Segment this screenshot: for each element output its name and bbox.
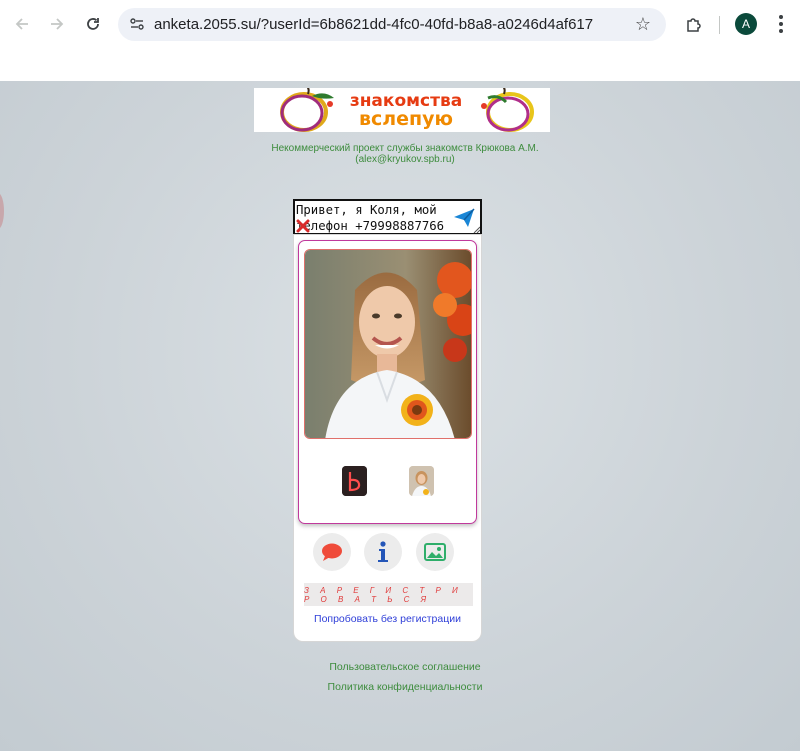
back-button[interactable] [7, 9, 37, 39]
apple-right-icon [481, 88, 534, 132]
forward-button[interactable] [42, 9, 72, 39]
action-buttons [294, 533, 481, 573]
profile-panel: З А Р Е Г И С Т Р И Р О В А Т Ь С Я Попр… [293, 234, 482, 642]
try-without-registration-link[interactable]: Попробовать без регистрации [294, 613, 481, 625]
url-text[interactable]: anketa.2055.su/?userId=6b8621dd-4fc0-40f… [154, 16, 593, 33]
arrow-left-icon [15, 18, 28, 30]
logo-text-line2: вслепую [358, 108, 454, 130]
thumbnail-row [299, 466, 476, 498]
message-textarea[interactable]: Привет, я Коля, мой телефон +79998887766 [293, 199, 482, 235]
site-logo-banner[interactable]: знакомства вслепую [254, 88, 550, 132]
chat-bubble-icon [322, 543, 342, 561]
profile-card [298, 240, 477, 524]
address-bar[interactable]: anketa.2055.su/?userId=6b8621dd-4fc0-40f… [118, 8, 666, 41]
edge-decoration [0, 193, 4, 229]
reload-icon [87, 18, 99, 30]
register-button[interactable]: З А Р Е Г И С Т Р И Р О В А Т Ь С Я [304, 583, 473, 606]
info-button[interactable] [364, 533, 402, 571]
profile-photo[interactable] [304, 249, 472, 439]
reload-button[interactable] [78, 9, 108, 39]
bookmark-star-icon[interactable]: ☆ [632, 13, 654, 35]
more-menu-icon[interactable] [771, 12, 791, 36]
arrow-right-icon [51, 18, 64, 30]
extensions-puzzle-icon[interactable] [682, 12, 706, 36]
subtitle-email: (alex@kryukov.spb.ru) [355, 154, 455, 165]
apple-left-icon [280, 88, 334, 132]
toolbar-separator [719, 16, 720, 34]
message-text[interactable]: Привет, я Коля, мой телефон +79998887766 [296, 202, 446, 234]
image-gallery-icon [424, 543, 446, 561]
resize-grip-icon[interactable] [473, 226, 480, 233]
page-body: знакомства вслепую Некоммерческий проект… [0, 81, 800, 751]
thumbnail-neon-sign[interactable] [342, 466, 367, 496]
browser-toolbar: anketa.2055.su/?userId=6b8621dd-4fc0-40f… [0, 0, 800, 50]
clear-x-icon[interactable] [296, 219, 310, 233]
subtitle-line1: Некоммерческий проект службы знакомств К… [271, 143, 539, 154]
profile-avatar[interactable]: A [735, 13, 757, 35]
gallery-button[interactable] [416, 533, 454, 571]
info-icon [378, 541, 388, 562]
privacy-policy-link[interactable]: Политика конфиденциальности [250, 681, 560, 693]
chat-button[interactable] [313, 533, 351, 571]
thumbnail-profile-photo[interactable] [409, 466, 434, 496]
user-agreement-link[interactable]: Пользовательское соглашение [250, 661, 560, 673]
site-info-icon[interactable] [128, 15, 146, 33]
project-subtitle: Некоммерческий проект службы знакомств К… [250, 143, 560, 165]
logo-text: знакомства вслепую [346, 92, 466, 130]
